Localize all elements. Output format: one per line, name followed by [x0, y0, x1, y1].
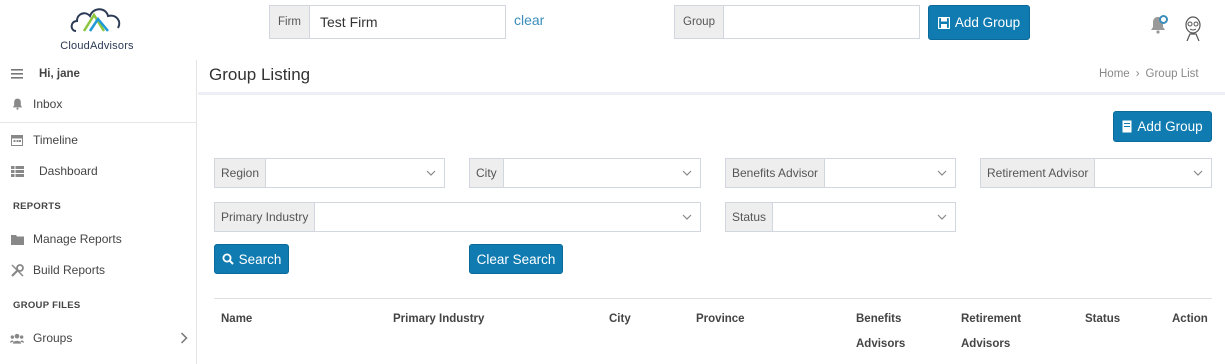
chevron-down-icon	[937, 170, 947, 176]
user-avatar-icon[interactable]	[1182, 15, 1204, 41]
column-header-name[interactable]: Name	[221, 307, 252, 332]
retirement-advisor-label: Retirement Advisor	[981, 159, 1096, 187]
sidebar: Hi, jane Inbox Timeline Dashboard REPORT…	[0, 60, 197, 364]
column-header-action: Action	[1172, 313, 1208, 325]
chevron-down-icon	[682, 170, 692, 176]
column-header-line: Advisors	[856, 338, 906, 350]
calendar-icon	[10, 133, 24, 147]
city-value	[504, 159, 700, 187]
reports-section-header: REPORTS	[13, 201, 62, 212]
logo-text: CloudAdvisors	[60, 40, 134, 52]
save-icon	[937, 16, 950, 29]
column-header-status[interactable]: Status	[1085, 307, 1120, 332]
status-label: Status	[726, 203, 774, 231]
group-files-section-header: GROUP FILES	[13, 300, 81, 311]
search-button-label: Search	[238, 251, 282, 267]
clear-search-label: Clear Search	[476, 251, 556, 267]
group-input[interactable]	[724, 6, 919, 38]
column-header-line: Retirement	[961, 313, 1022, 325]
sidebar-item-manage-reports[interactable]: Manage Reports	[0, 231, 197, 247]
firm-input-group: Firm Test Firm	[269, 5, 506, 39]
region-value	[266, 159, 444, 187]
sidebar-item-dashboard[interactable]: Dashboard	[0, 163, 197, 179]
sidebar-divider	[0, 122, 197, 123]
search-icon	[222, 253, 234, 265]
bell-icon	[10, 97, 24, 111]
breadcrumb: Home › Group List	[1099, 68, 1199, 80]
column-header-retirement-advisors[interactable]: Retirement Advisors	[961, 307, 1021, 357]
retirement-advisor-select[interactable]: Retirement Advisor	[980, 158, 1212, 188]
cloud-logo-icon	[70, 8, 121, 32]
chevron-right-icon[interactable]	[180, 332, 188, 344]
benefits-advisor-value	[825, 159, 955, 187]
sidebar-item-label: Timeline	[33, 133, 78, 147]
retirement-advisor-value	[1095, 159, 1211, 187]
primary-industry-select[interactable]: Primary Industry	[214, 202, 701, 232]
sidebar-toggle-row[interactable]: Hi, jane	[0, 66, 197, 82]
primary-industry-value	[315, 203, 700, 231]
breadcrumb-home[interactable]: Home	[1099, 68, 1130, 80]
primary-industry-label: Primary Industry	[215, 203, 316, 231]
group-label: Group	[675, 6, 724, 38]
add-group-button[interactable]: Add Group	[1113, 111, 1212, 142]
firm-label: Firm	[270, 6, 310, 38]
add-group-label: Add Group	[1137, 119, 1203, 134]
city-select[interactable]: City	[469, 158, 701, 188]
sidebar-item-label: Build Reports	[33, 263, 106, 277]
wrench-icon	[10, 263, 24, 277]
sidebar-item-build-reports[interactable]: Build Reports	[0, 262, 197, 278]
status-value	[773, 203, 955, 231]
column-header-primary-industry[interactable]: Primary Industry	[393, 307, 484, 332]
group-input-group: Group	[674, 5, 920, 39]
breadcrumb-group-list: Group List	[1145, 68, 1199, 80]
table-top-border	[214, 298, 1212, 299]
page-title: Group Listing	[209, 65, 311, 84]
hamburger-icon[interactable]	[10, 67, 24, 81]
sidebar-item-groups[interactable]: Groups	[0, 330, 197, 346]
column-header-province[interactable]: Province	[696, 307, 745, 332]
cloudadvisors-logo[interactable]: CloudAdvisors	[50, 3, 144, 55]
benefits-advisor-select[interactable]: Benefits Advisor	[725, 158, 956, 188]
status-select[interactable]: Status	[725, 202, 956, 232]
chevron-down-icon	[426, 170, 436, 176]
chevron-right-icon: ›	[1135, 68, 1140, 80]
city-label: City	[470, 159, 504, 187]
region-select[interactable]: Region	[214, 158, 445, 188]
folder-icon	[10, 232, 24, 246]
header-add-group-button[interactable]: Add Group	[928, 5, 1030, 40]
column-header-city[interactable]: City	[609, 307, 631, 332]
column-header-line: Advisors	[961, 338, 1011, 350]
sidebar-item-inbox[interactable]: Inbox	[0, 96, 197, 112]
sidebar-item-label: Manage Reports	[33, 232, 122, 246]
top-header: CloudAdvisors Firm Test Firm clear Group…	[0, 0, 1225, 60]
header-add-group-label: Add Group	[954, 15, 1021, 30]
chevron-down-icon	[1193, 170, 1203, 176]
greeting-text: Hi, jane	[39, 68, 80, 80]
table-icon	[10, 164, 24, 178]
sidebar-item-timeline[interactable]: Timeline	[0, 132, 197, 148]
sidebar-item-label: Dashboard	[39, 164, 98, 178]
column-header-line: Benefits	[856, 313, 902, 325]
sidebar-item-label: Groups	[33, 331, 73, 345]
notification-dot	[1159, 15, 1168, 24]
clear-search-button[interactable]: Clear Search	[469, 244, 563, 274]
sidebar-item-label: Inbox	[33, 97, 63, 111]
users-icon	[10, 331, 24, 345]
clear-firm-link[interactable]: clear	[514, 12, 544, 28]
region-label: Region	[215, 159, 267, 187]
firm-input[interactable]: Test Firm	[310, 6, 505, 38]
search-button[interactable]: Search	[214, 244, 289, 274]
chevron-down-icon	[682, 214, 692, 220]
benefits-advisor-label: Benefits Advisor	[726, 159, 826, 187]
document-icon	[1122, 120, 1132, 133]
chevron-down-icon	[937, 214, 947, 220]
column-header-benefits-advisors[interactable]: Benefits Advisors	[856, 307, 905, 357]
title-divider	[198, 92, 1225, 95]
